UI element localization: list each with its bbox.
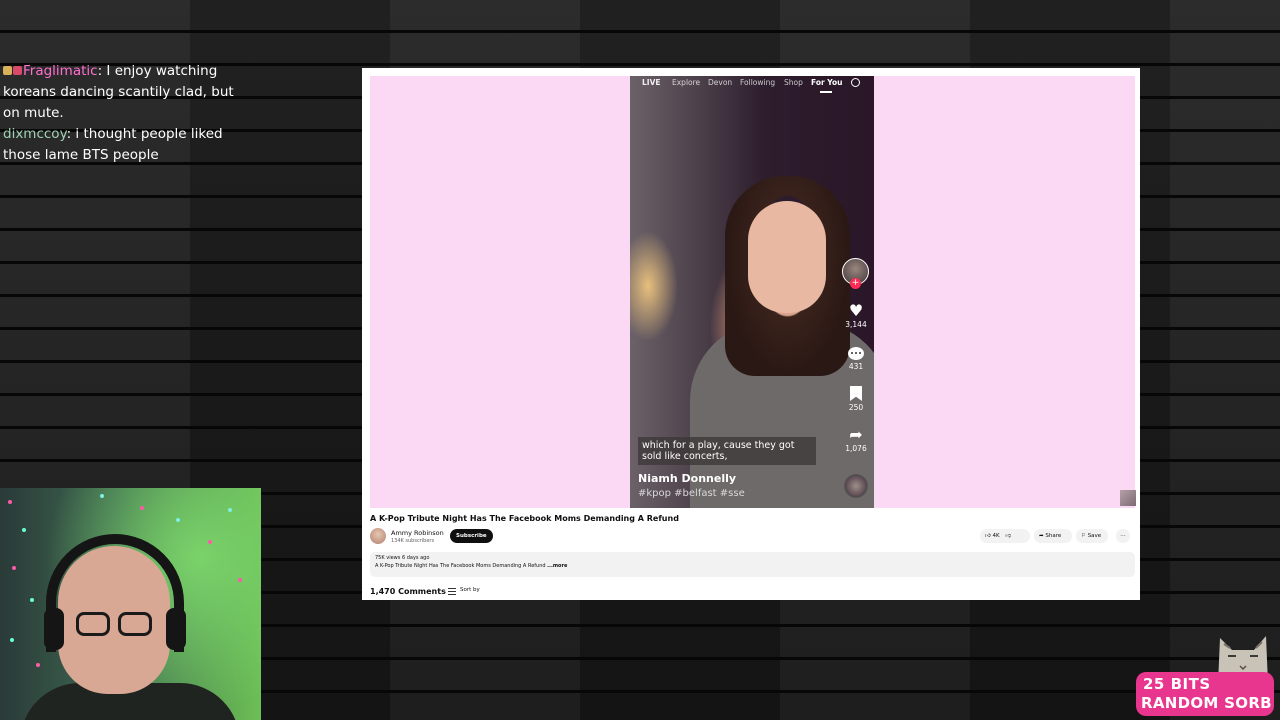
browser-capture: LIVE Explore Devon Following Shop For Yo…	[362, 68, 1140, 600]
video-caption: which for a play, cause they got sold li…	[638, 437, 816, 465]
video-subject	[748, 201, 826, 313]
string-light	[10, 638, 14, 642]
share-count: 1,076	[845, 444, 867, 453]
string-light	[100, 494, 104, 498]
nav-shop[interactable]: Shop	[784, 78, 803, 87]
sort-icon[interactable]	[448, 588, 456, 595]
nav-active-indicator	[820, 91, 832, 93]
search-icon[interactable]	[851, 78, 860, 87]
description-body: A K-Pop Tribute Night Has The Facebook M…	[375, 563, 548, 569]
like-button[interactable]: ♥ 3,144	[840, 301, 872, 330]
share-label: Share	[1045, 533, 1062, 539]
nav-live[interactable]: LIVE	[642, 78, 661, 87]
nav-devon[interactable]: Devon	[708, 78, 732, 87]
bits-amount: 25 BITS	[1143, 675, 1211, 693]
webcam-feed	[0, 488, 261, 720]
comment-button[interactable]: 431	[840, 344, 872, 371]
comments-count: 1,470 Comments	[370, 587, 446, 596]
video-player[interactable]: LIVE Explore Devon Following Shop For Yo…	[370, 76, 1136, 508]
tiktok-hashtags[interactable]: #kpop #belfast #sse	[638, 488, 745, 499]
channel-name[interactable]: Ammy Robinson	[391, 529, 444, 537]
more-actions-button[interactable]: ⋯	[1116, 529, 1130, 543]
string-light	[228, 508, 232, 512]
bookmark-icon	[850, 386, 862, 401]
like-icon[interactable]: 👍︎	[985, 533, 991, 539]
string-light	[176, 518, 180, 522]
share-button[interactable]: ➦ 1,076	[840, 425, 872, 454]
nav-explore[interactable]: Explore	[672, 78, 700, 87]
string-light	[8, 500, 12, 504]
video-title: A K-Pop Tribute Night Has The Facebook M…	[370, 514, 679, 523]
channel-watermark[interactable]	[1120, 490, 1136, 506]
like-count: 3,144	[845, 320, 867, 329]
nav-following[interactable]: Following	[740, 78, 775, 87]
chat-message: Fraglimatic: I enjoy watching koreans da…	[3, 63, 234, 121]
tiktok-author[interactable]: Niamh Donnelly	[638, 472, 736, 485]
share-button[interactable]: ➦ Share	[1034, 529, 1072, 543]
view-stats: 75K views 6 days ago	[375, 555, 430, 561]
sort-by-button[interactable]: Sort by	[460, 587, 480, 593]
heart-icon: ♥	[848, 301, 864, 320]
headphone-earcup	[166, 608, 186, 650]
description-box[interactable]: 75K views 6 days ago A K-Pop Tribute Nig…	[370, 552, 1135, 577]
more-link[interactable]: ...more	[547, 563, 567, 569]
string-light	[208, 540, 212, 544]
glasses	[76, 612, 156, 638]
badge-icon	[13, 66, 22, 75]
description-text: A K-Pop Tribute Night Has The Facebook M…	[375, 563, 567, 569]
chat-overlay: Fraglimatic: I enjoy watching koreans da…	[3, 61, 243, 166]
comment-count: 431	[848, 362, 864, 371]
chat-username: dixmccoy	[3, 126, 67, 142]
like-dislike-group[interactable]: 👍︎ 4K 👎︎	[980, 529, 1030, 543]
string-light	[140, 506, 144, 510]
channel-avatar[interactable]	[370, 528, 386, 544]
string-light	[238, 578, 242, 582]
tiktok-nav: LIVE Explore Devon Following Shop For Yo…	[630, 78, 874, 93]
comment-icon	[848, 347, 864, 360]
nav-for-you[interactable]: For You	[811, 78, 843, 87]
badge-icon	[3, 66, 12, 75]
bits-alert: 25 BITS RANDOM SORB	[1136, 672, 1274, 716]
headphone-earcup	[44, 608, 64, 650]
dislike-icon[interactable]: 👎︎	[1005, 533, 1011, 539]
save-count: 250	[848, 403, 864, 412]
like-count: 4K	[992, 533, 1000, 539]
share-icon: ➦	[849, 425, 863, 444]
chat-username: Fraglimatic	[23, 63, 98, 79]
save-button[interactable]: ⚐ Save	[1076, 529, 1108, 543]
music-disc-icon[interactable]	[844, 474, 868, 498]
save-icon: ⚐	[1081, 533, 1086, 539]
string-light	[36, 663, 40, 667]
string-light	[22, 528, 26, 532]
save-button[interactable]: 250	[840, 384, 872, 412]
share-icon: ➦	[1039, 533, 1044, 539]
string-light	[30, 598, 34, 602]
tiktok-video[interactable]: LIVE Explore Devon Following Shop For Yo…	[630, 76, 874, 508]
save-label: Save	[1087, 533, 1102, 539]
string-light	[12, 566, 16, 570]
subscriber-count: 134K subscribers	[391, 538, 435, 544]
chat-message: dixmccoy: i thought people liked those l…	[3, 126, 223, 163]
bits-sender: RANDOM SORB	[1141, 694, 1272, 712]
follow-plus-icon[interactable]: +	[850, 278, 861, 289]
subscribe-button[interactable]: Subscribe	[450, 529, 493, 543]
